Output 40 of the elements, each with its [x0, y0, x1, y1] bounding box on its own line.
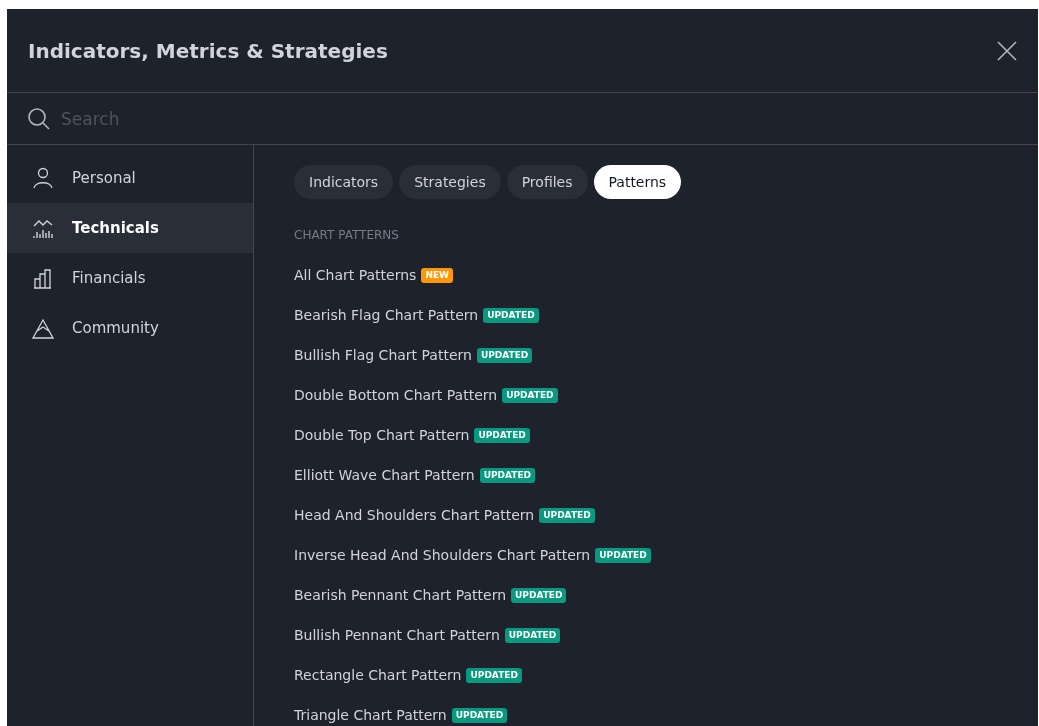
tab[interactable]: Profiles [506, 165, 588, 199]
tab[interactable]: Patterns [593, 165, 682, 199]
pattern-link[interactable]: Elliott Wave Chart Pattern [294, 464, 475, 486]
section-heading: CHART PATTERNS [294, 227, 400, 244]
pattern-link[interactable]: Bearish Flag Chart Pattern [294, 304, 479, 326]
pattern-link[interactable]: Bullish Pennant Chart Pattern [294, 624, 500, 646]
updated-badge: UPDATED [504, 627, 561, 643]
updated-badge: UPDATED [595, 547, 651, 563]
updated-badge: UPDATED [483, 307, 539, 323]
sidebar-item[interactable]: Technicals [7, 203, 253, 253]
sidebar-item[interactable]: Financials [7, 253, 253, 303]
close-icon [996, 39, 1018, 62]
updated-badge: UPDATED [466, 667, 522, 683]
pattern-link[interactable]: Bullish Flag Chart Pattern [294, 344, 472, 366]
chart-icon [32, 217, 54, 239]
updated-badge: UPDATED [474, 427, 530, 443]
pattern-link[interactable]: All Chart Patterns [294, 264, 417, 286]
tab[interactable]: Indicators [294, 165, 394, 199]
new-badge: NEW [421, 267, 453, 283]
pattern-link[interactable]: Double Top Chart Pattern [294, 424, 470, 446]
pattern-link[interactable]: Head And Shoulders Chart Pattern [294, 504, 535, 526]
pattern-link[interactable]: Bearish Pennant Chart Pattern [294, 584, 507, 606]
sidebar-item[interactable]: Community [7, 303, 253, 353]
tab[interactable]: Strategies [399, 165, 501, 199]
updated-badge: UPDATED [479, 467, 536, 483]
mountain-icon [32, 317, 54, 339]
dialog-title: Indicators, Metrics & Strategies [28, 37, 388, 65]
updated-badge: UPDATED [539, 507, 595, 523]
updated-badge: UPDATED [502, 387, 558, 403]
updated-badge: UPDATED [476, 347, 533, 363]
pattern-link[interactable]: Double Bottom Chart Pattern [294, 384, 498, 406]
person-icon [32, 167, 54, 189]
updated-badge: UPDATED [511, 587, 567, 603]
updated-badge: UPDATED [451, 707, 508, 723]
pattern-link[interactable]: Inverse Head And Shoulders Chart Pattern [294, 544, 591, 566]
search-icon [27, 106, 51, 131]
sidebar-item[interactable]: Personal [7, 153, 253, 203]
pattern-link[interactable]: Triangle Chart Pattern [294, 704, 447, 726]
pattern-link[interactable]: Rectangle Chart Pattern [294, 664, 462, 686]
bar-chart-icon [32, 267, 54, 289]
